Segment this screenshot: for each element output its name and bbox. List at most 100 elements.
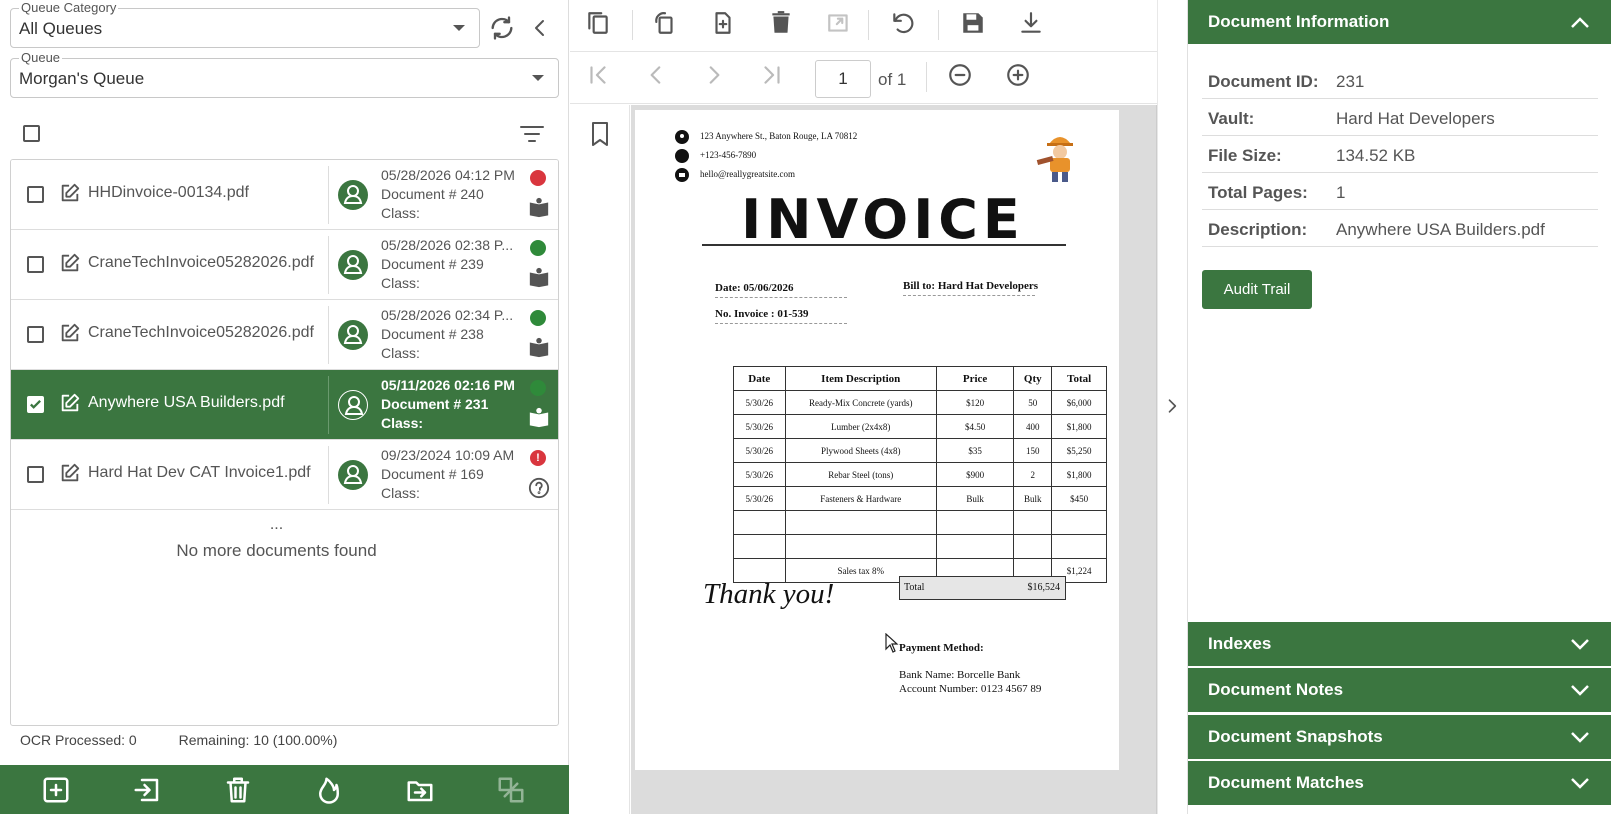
insert-page-icon[interactable] (710, 10, 740, 40)
edit-icon[interactable] (59, 322, 81, 344)
burn-icon[interactable] (314, 775, 344, 805)
invoice-header-cell: Qty (1013, 366, 1053, 391)
invoice-cell: Plywood Sheets (4x8) (784, 438, 937, 463)
last-page-icon[interactable] (759, 62, 789, 92)
undo-icon[interactable] (890, 10, 920, 40)
save-icon[interactable] (960, 10, 990, 40)
page-canvas: 123 Anywhere St., Baton Rouge, LA 70812 … (631, 105, 1157, 814)
extract-page-icon[interactable] (826, 10, 856, 40)
invoice-cell: $1,800 (1051, 414, 1107, 439)
info-key: Vault: (1208, 109, 1255, 128)
table-row[interactable]: CraneTechInvoice05282026.pdf 05/28/2026 0… (11, 230, 558, 300)
route-document-icon[interactable] (132, 775, 162, 805)
next-page-icon[interactable] (701, 62, 731, 92)
chevron-down-icon[interactable] (1570, 729, 1590, 745)
select-all-checkbox[interactable] (23, 125, 40, 142)
invoice-cell (784, 510, 937, 535)
delete-page-icon[interactable] (768, 10, 798, 40)
invoice-phone: +123-456-7890 (700, 150, 757, 160)
queue-select[interactable]: Queue Morgan's Queue (10, 51, 559, 98)
info-key: Description: (1208, 220, 1308, 239)
chevron-down-icon[interactable] (1570, 636, 1590, 652)
document-name[interactable]: Anywhere USA Builders.pdf (88, 394, 285, 412)
table-row[interactable]: CraneTechInvoice05282026.pdf 05/28/2026 0… (11, 300, 558, 370)
table-row[interactable]: Anywhere USA Builders.pdf 05/11/2026 02:1… (11, 370, 558, 440)
ocr-processed: OCR Processed: 0 (20, 732, 137, 748)
edit-icon[interactable] (59, 392, 81, 414)
invoice-cell: $900 (935, 462, 1015, 487)
invoice-cell: $450 (1051, 486, 1107, 511)
invoice-bill-to: Bill to: Hard Hat Developers (903, 280, 1038, 296)
chevron-down-icon[interactable] (1570, 682, 1590, 698)
row-checkbox[interactable] (27, 326, 44, 343)
invoice-total-row: Total $16,524 (899, 576, 1066, 600)
edit-icon[interactable] (59, 252, 81, 274)
accordion-document-notes[interactable]: Document Notes (1188, 668, 1611, 712)
chevron-right-icon[interactable] (1162, 396, 1182, 416)
invoice-cell: 5/30/26 (733, 414, 786, 439)
info-row: File Size: 134.52 KB (1202, 136, 1598, 173)
info-row: Document ID: 231 (1202, 62, 1598, 99)
move-to-folder-icon[interactable] (405, 775, 435, 805)
document-name[interactable]: HHDinvoice-00134.pdf (88, 184, 249, 202)
document-information-title: Document Information (1208, 12, 1390, 31)
expand-info-panel[interactable] (1157, 0, 1187, 814)
bank-name: Bank Name: Borcelle Bank (899, 669, 1021, 681)
document-name[interactable]: CraneTechInvoice05282026.pdf (88, 254, 314, 272)
chevron-down-icon[interactable] (1570, 775, 1590, 791)
invoice-cell: 2 (1013, 462, 1053, 487)
invoice-header-cell: Price (935, 366, 1015, 391)
document-number: Document # 169 (381, 466, 484, 482)
zoom-out-icon[interactable] (947, 62, 977, 92)
accordion-indexes[interactable]: Indexes (1188, 622, 1611, 666)
collapse-panel-icon[interactable] (528, 16, 552, 40)
invoice-cell: $5,250 (1051, 438, 1107, 463)
location-icon (675, 130, 689, 144)
first-page-icon[interactable] (585, 62, 615, 92)
previous-page-icon[interactable] (643, 62, 673, 92)
info-row: Total Pages: 1 (1202, 173, 1598, 210)
document-name[interactable]: Hard Hat Dev CAT Invoice1.pdf (88, 464, 311, 482)
table-row[interactable]: Hard Hat Dev CAT Invoice1.pdf 09/23/2024 … (11, 440, 558, 510)
invoice-header-cell: Date (733, 366, 786, 391)
invoice-number: No. Invoice : 01-539 (715, 308, 847, 324)
edit-icon[interactable] (59, 182, 81, 204)
filter-icon[interactable] (519, 123, 545, 145)
merge-documents-icon[interactable] (496, 775, 526, 805)
invoice-header-cell: Total (1051, 366, 1107, 391)
document-name[interactable]: CraneTechInvoice05282026.pdf (88, 324, 314, 342)
queue-category-select[interactable]: Queue Category All Queues (10, 1, 480, 48)
no-more-documents: No more documents found (176, 541, 377, 560)
invoice-cell (733, 510, 786, 535)
bookmark-icon[interactable] (588, 121, 612, 147)
accordion-document-snapshots[interactable]: Document Snapshots (1188, 715, 1611, 759)
delete-document-icon[interactable] (223, 775, 253, 805)
row-checkbox[interactable] (27, 466, 44, 483)
row-checkbox[interactable] (27, 396, 44, 413)
page-number-input[interactable]: 1 (815, 60, 871, 98)
download-icon[interactable] (1018, 10, 1048, 40)
chevron-up-icon[interactable] (1570, 14, 1590, 30)
info-row: Vault: Hard Hat Developers (1202, 99, 1598, 136)
invoice-row: 5/30/26 Lumber (2x4x8) $4.50 400 $1,800 (733, 414, 1107, 439)
chevron-down-icon (532, 75, 544, 81)
add-document-icon[interactable] (41, 775, 71, 805)
table-row[interactable]: HHDinvoice-00134.pdf 05/28/2026 04:12 PM D… (11, 160, 558, 230)
accordion-document-matches[interactable]: Document Matches (1188, 761, 1611, 805)
document-class: Class: (381, 205, 420, 221)
copy-pages-icon[interactable] (585, 10, 615, 40)
row-checkbox[interactable] (27, 186, 44, 203)
zoom-in-icon[interactable] (1005, 62, 1035, 92)
document-information-header[interactable]: Document Information (1188, 0, 1611, 44)
status-dot-icon (530, 170, 546, 186)
invoice-cell (935, 510, 1015, 535)
edit-icon[interactable] (59, 462, 81, 484)
rotate-page-icon[interactable] (652, 10, 682, 40)
row-checkbox[interactable] (27, 256, 44, 273)
refresh-icon[interactable] (488, 14, 516, 42)
document-date: 05/11/2026 02:16 PM (381, 377, 515, 393)
audit-trail-button[interactable]: Audit Trail (1202, 270, 1312, 309)
accordion-title: Indexes (1208, 634, 1272, 653)
book-icon (528, 407, 550, 429)
invoice-cell (1013, 534, 1053, 559)
